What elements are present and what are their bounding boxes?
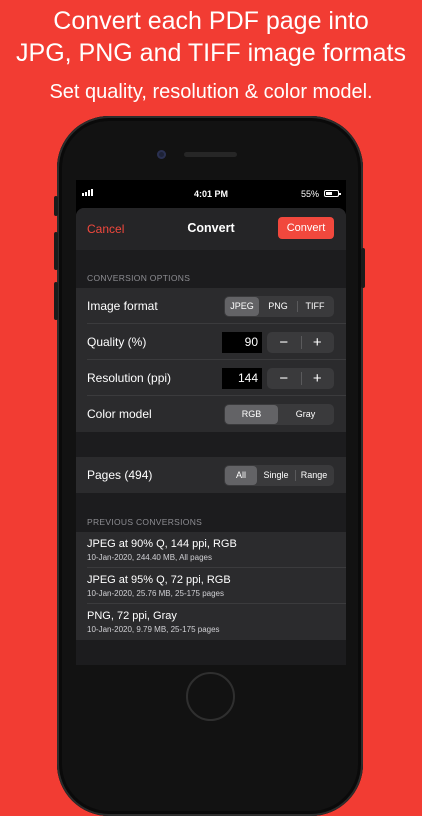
resolution-value-field[interactable]: 144 [222,368,262,389]
format-option-jpeg[interactable]: JPEG [225,297,259,316]
pages-label: Pages (494) [87,468,153,482]
volume-up-button [54,232,58,270]
color-option-rgb[interactable]: RGB [225,405,278,424]
list-item[interactable]: JPEG at 90% Q, 144 ppi, RGB 10-Jan-2020,… [76,532,346,568]
conversion-detail: 10-Jan-2020, 9.79 MB, 25-175 pages [87,625,220,634]
list-item[interactable]: PNG, 72 ppi, Gray 10-Jan-2020, 9.79 MB, … [76,604,346,640]
battery-level-fill [326,192,333,195]
conversion-detail: 10-Jan-2020, 244.40 MB, All pages [87,553,212,562]
color-model-row: Color model RGB Gray [76,396,346,432]
headline-line-3: Set quality, resolution & color model. [49,81,373,103]
color-option-gray[interactable]: Gray [278,405,333,424]
pages-option-all[interactable]: All [225,466,257,485]
headline-line-2: JPG, PNG and TIFF image formats [16,39,406,67]
quality-row: Quality (%) 90 − + [76,324,346,360]
battery-icon [324,190,341,197]
quality-value-field[interactable]: 90 [222,332,262,353]
image-format-segmented-control: JPEG PNG TIFF [224,296,334,317]
convert-sheet: Cancel Convert Convert CONVERSION OPTION… [76,208,346,665]
power-button [361,248,365,288]
nav-bar: Cancel Convert Convert [76,208,346,250]
mute-switch [54,196,58,216]
format-option-tiff[interactable]: TIFF [297,297,333,316]
resolution-stepper: − + [267,368,334,389]
conversion-title: JPEG at 90% Q, 144 ppi, RGB [87,538,237,550]
volume-down-button [54,282,58,320]
image-format-row: Image format JPEG PNG TIFF [76,288,346,324]
resolution-increment-button[interactable]: + [300,368,335,389]
conversion-title: JPEG at 95% Q, 72 ppi, RGB [87,574,231,586]
pages-row: Pages (494) All Single Range [76,457,346,493]
phone-screen: 4:01 PM 55% Cancel Convert Convert CONVE… [76,180,346,665]
battery-percent: 55% [300,189,319,199]
image-format-label: Image format [87,299,158,313]
color-model-segmented-control: RGB Gray [224,404,334,425]
convert-button[interactable]: Convert [278,217,334,239]
quality-increment-button[interactable]: + [300,332,335,353]
conversion-options-header: CONVERSION OPTIONS [87,273,191,283]
headline-line-1: Convert each PDF page into [53,7,369,35]
conversion-detail: 10-Jan-2020, 25.76 MB, 25-175 pages [87,589,224,598]
resolution-row: Resolution (ppi) 144 − + [76,360,346,396]
front-camera [157,150,166,159]
resolution-decrement-button[interactable]: − [267,368,301,389]
quality-stepper: − + [267,332,334,353]
status-bar: 4:01 PM 55% [76,180,346,208]
pages-segmented-control: All Single Range [224,465,334,486]
previous-conversions-header: PREVIOUS CONVERSIONS [87,517,203,527]
color-model-label: Color model [87,407,152,421]
conversion-title: PNG, 72 ppi, Gray [87,610,177,622]
pages-option-single[interactable]: Single [257,466,295,485]
home-button[interactable] [186,672,235,721]
format-option-png[interactable]: PNG [259,297,297,316]
list-item[interactable]: JPEG at 95% Q, 72 ppi, RGB 10-Jan-2020, … [76,568,346,604]
quality-label: Quality (%) [87,335,147,349]
resolution-label: Resolution (ppi) [87,371,172,385]
quality-decrement-button[interactable]: − [267,332,301,353]
earpiece-speaker [184,152,237,157]
pages-option-range[interactable]: Range [295,466,333,485]
